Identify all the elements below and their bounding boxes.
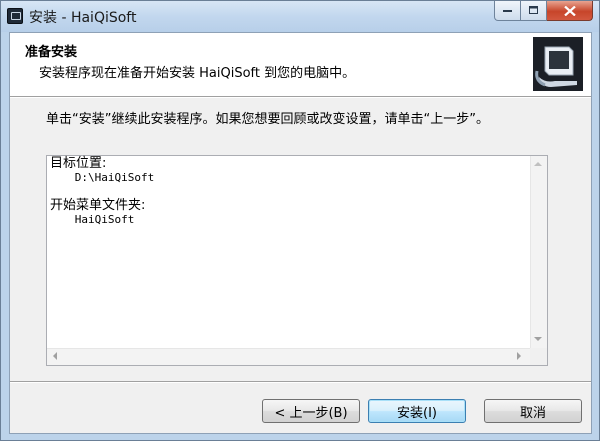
destination-value: D:\HaiQiSoft — [74, 171, 155, 184]
title-bar[interactable]: 安装 - HaiQiSoft — [1, 1, 599, 32]
caption-buttons — [494, 1, 593, 21]
destination-label: 目标位置: — [50, 156, 107, 171]
back-button[interactable]: < 上一步(B) — [262, 399, 360, 423]
scroll-right-arrow-icon[interactable] — [517, 352, 521, 360]
page-subtitle: 安装程序现在准备开始安装 HaiQiSoft 到您的电脑中。 — [39, 66, 356, 81]
scrollbar-corner — [530, 348, 547, 365]
footer-separator — [10, 381, 591, 383]
memo-content: 目标位置: D:\HaiQiSoft 开始菜单文件夹: HaiQiSoft — [50, 157, 154, 227]
maximize-button[interactable] — [521, 1, 547, 21]
minimize-icon — [502, 9, 512, 12]
header-separator — [10, 96, 591, 98]
scroll-up-arrow-icon[interactable] — [534, 162, 542, 166]
maximize-icon — [528, 6, 538, 14]
start-menu-label: 开始菜单文件夹: — [50, 198, 146, 213]
start-menu-value: HaiQiSoft — [74, 213, 135, 226]
install-button[interactable]: 安装(I) — [368, 399, 466, 423]
app-icon — [7, 8, 23, 24]
window-title: 安装 - HaiQiSoft — [29, 10, 137, 26]
minimize-button[interactable] — [494, 1, 521, 21]
instruction-text: 单击“安装”继续此安装程序。如果您想要回顾或改变设置，请单击“上一步”。 — [46, 112, 489, 127]
horizontal-scrollbar[interactable] — [47, 348, 530, 365]
scroll-left-arrow-icon[interactable] — [53, 352, 57, 360]
wizard-header: 准备安装 安装程序现在准备开始安装 HaiQiSoft 到您的电脑中。 — [10, 33, 591, 96]
page-title: 准备安装 — [25, 45, 78, 60]
scroll-down-arrow-icon[interactable] — [534, 337, 542, 341]
setup-computer-icon — [531, 35, 585, 93]
installer-window: 安装 - HaiQiSoft 准备安装 安装程序现在准备开始安装 HaiQiSo… — [0, 0, 600, 441]
ready-memo-box[interactable]: 目标位置: D:\HaiQiSoft 开始菜单文件夹: HaiQiSoft — [46, 155, 548, 366]
close-icon — [563, 5, 576, 16]
close-button[interactable] — [547, 1, 593, 21]
wizard-client-area: 准备安装 安装程序现在准备开始安装 HaiQiSoft 到您的电脑中。 单击“安… — [9, 32, 592, 434]
vertical-scrollbar[interactable] — [530, 156, 547, 348]
cancel-button[interactable]: 取消 — [484, 399, 582, 423]
